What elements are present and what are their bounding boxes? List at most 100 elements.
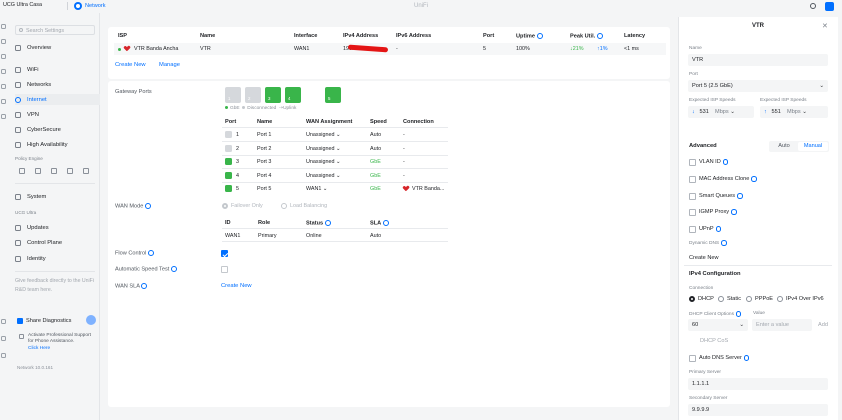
smart-queues-checkbox[interactable] [689,193,696,200]
user-icon[interactable] [825,1,834,11]
settings-search[interactable] [15,25,95,35]
wan-interface: WAN1 [294,46,310,52]
igmp-proxy-checkbox[interactable] [689,209,696,216]
port-speed: GbE [370,159,381,165]
secondary-server-input[interactable]: 9.9.9.9 [688,404,828,416]
create-new-isp-link[interactable]: Create New [115,62,146,68]
col-peak-util: Peak Util. [570,33,603,39]
info-icon[interactable] [743,355,750,361]
info-icon[interactable] [536,33,543,39]
search-input[interactable] [26,27,92,34]
sidebar-item-updates[interactable]: Updates [15,222,100,233]
failover-only-radio[interactable] [222,203,228,209]
alerts-icon[interactable] [1,336,6,341]
dhcp-option-select[interactable]: 60 ⌄ [688,319,748,331]
firewall-icon[interactable] [35,168,41,174]
info-icon[interactable] [324,220,331,226]
advanced-auto-option[interactable]: Auto [770,142,798,151]
topology-icon[interactable] [1,69,6,74]
support-link[interactable]: Click Here [28,346,50,351]
info-icon[interactable] [735,311,742,317]
create-new-sla-link[interactable]: Create New [221,283,252,289]
gateway-port-1[interactable]: 1 [225,87,241,103]
info-icon[interactable] [737,193,743,199]
routing-icon[interactable] [51,168,57,174]
chevron-down-icon: ⌄ [335,132,341,138]
dhcp-value-input[interactable]: Enter a value [752,319,812,331]
name-input[interactable]: VTR [688,54,828,66]
sidebar-item-networks[interactable]: Networks [15,79,100,90]
info-icon[interactable] [721,240,727,246]
info-icon[interactable] [715,226,722,232]
dashboard-icon[interactable] [1,24,6,29]
info-icon[interactable] [751,176,757,182]
share-diagnostics-toggle[interactable]: Share Diagnostics [17,315,98,326]
vlan-id-checkbox[interactable] [689,159,696,166]
sidebar-item-label: Control Plane [27,239,63,246]
wan-role: Primary [258,233,277,239]
primary-server-label: Primary Server [689,370,721,375]
create-new-dns-link[interactable]: Create New [689,255,719,261]
static-radio[interactable] [718,296,724,302]
port-status-indicator [225,185,232,192]
download-speed-input[interactable]: ↓ 531 Mbps ⌄ [688,106,754,118]
traffic-icon[interactable] [67,168,73,174]
auto-dns-checkbox[interactable] [689,355,696,362]
gateway-port-5[interactable]: 5 [325,87,341,103]
port-select[interactable]: Port 5 (2.5 GbE) ⌄ [688,80,828,92]
theme-icon[interactable] [810,3,816,9]
logs-icon[interactable] [1,114,6,119]
settings-icon[interactable] [1,319,6,324]
help-icon[interactable] [1,353,6,358]
manage-link[interactable]: Manage [159,62,180,68]
info-icon[interactable] [144,203,151,209]
info-icon[interactable] [141,283,148,289]
info-icon[interactable] [596,33,603,39]
share-diagnostics-checkbox[interactable] [17,317,23,324]
pppoe-radio[interactable] [746,296,752,302]
sidebar-item-overview[interactable]: Overview [15,42,100,53]
wan-assignment-select[interactable]: Unassigned ⌄ [306,132,341,138]
upnp-checkbox[interactable] [689,226,696,233]
policy-icon[interactable] [19,168,25,174]
feedback-link[interactable]: Give feedback directly to the UniFi R&D … [15,277,95,294]
add-button[interactable]: Add [818,322,828,328]
sidebar-item-internet[interactable]: Internet [15,94,100,105]
sidebar-item-identity[interactable]: Identity [15,253,100,264]
devices-icon[interactable] [1,39,6,44]
wan-assignment-select[interactable]: WAN1 ⌄ [306,186,327,192]
sidebar-item-high-availability[interactable]: High Availability [15,139,100,150]
gateway-port-4[interactable]: 4 [285,87,301,103]
wan-assignment-select[interactable]: Unassigned ⌄ [306,146,341,152]
gateway-port-2[interactable]: 2 [245,87,261,103]
sidebar-item-control-plane[interactable]: Control Plane [15,237,100,248]
load-balancing-radio[interactable] [281,203,287,209]
info-icon[interactable] [147,250,154,256]
flow-control-checkbox[interactable] [221,250,228,257]
dhcp-radio[interactable] [689,296,695,302]
info-icon[interactable] [722,159,729,165]
info-icon[interactable] [731,209,737,215]
primary-server-input[interactable]: 1.1.1.1 [688,378,828,390]
sidebar-item-system[interactable]: System [15,191,100,202]
mac-clone-checkbox[interactable] [689,176,696,183]
sidebar-item-vpn[interactable]: VPN [15,109,100,120]
qos-icon[interactable] [83,168,89,174]
upload-speed-input[interactable]: ↑ 551 Mbps ⌄ [760,106,828,118]
sidebar-item-cybersecure[interactable]: CyberSecure [15,124,100,135]
advanced-manual-option[interactable]: Manual [798,142,828,151]
wan-assignment-select[interactable]: Unassigned ⌄ [306,159,341,165]
sidebar-item-wifi[interactable]: WiFi [15,64,100,75]
clients-icon[interactable] [1,54,6,59]
close-icon[interactable]: ✕ [822,22,828,30]
avatar[interactable] [86,315,96,325]
statistics-icon[interactable] [1,84,6,89]
ipv4-over-ipv6-radio[interactable] [777,296,783,302]
wan-assignment-select[interactable]: Unassigned ⌄ [306,173,341,179]
info-icon[interactable] [170,266,177,272]
info-icon[interactable] [382,220,389,226]
col-wan-assignment: WAN Assignment [306,119,353,125]
gateway-port-3[interactable]: 3 [265,87,281,103]
security-icon[interactable] [1,99,6,104]
auto-speed-test-checkbox[interactable] [221,266,228,273]
